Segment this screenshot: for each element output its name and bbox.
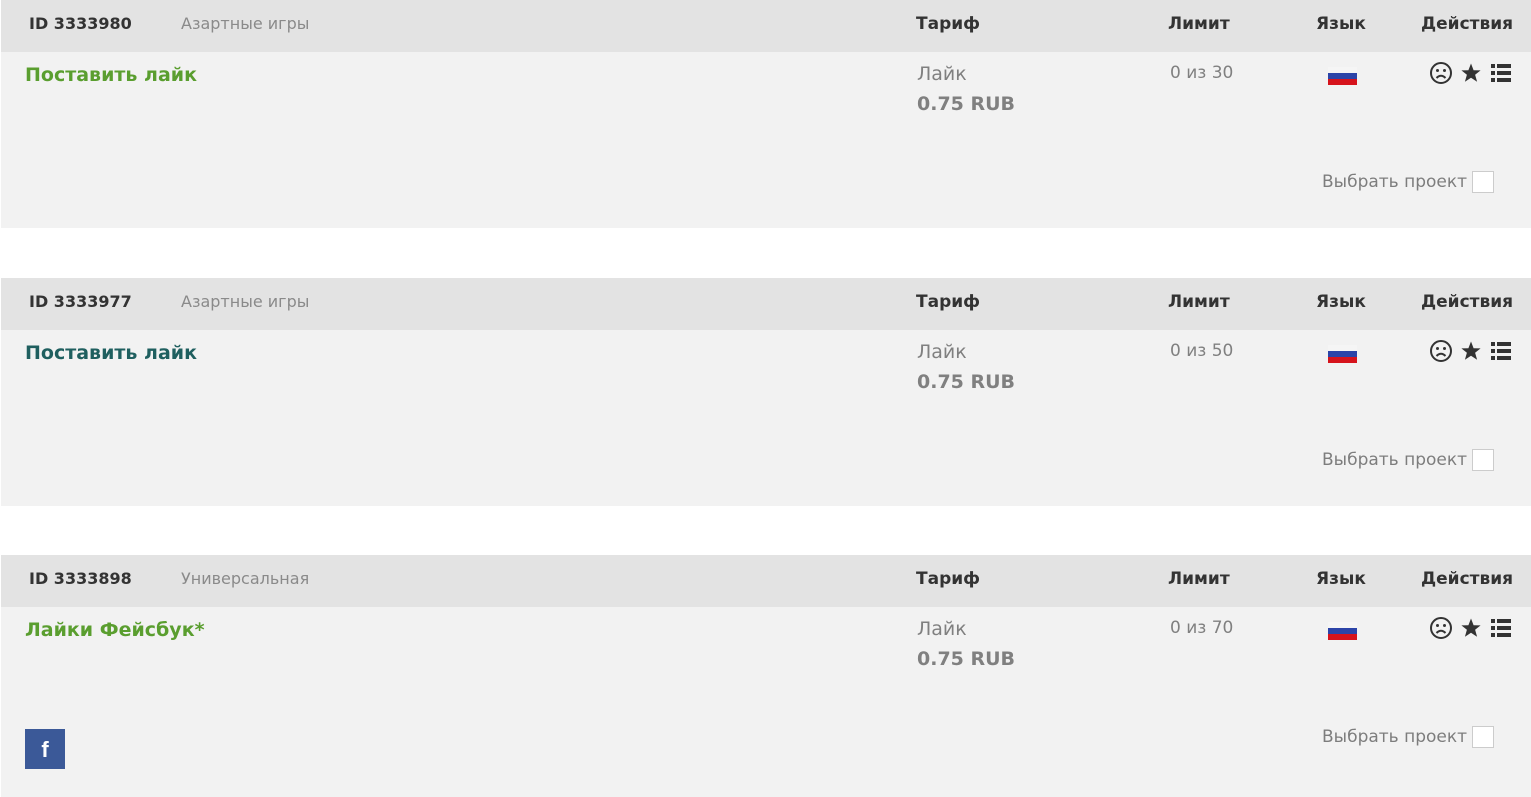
column-tariff: Тариф [916,292,981,312]
tariff-name: Лайк [917,618,967,640]
column-actions: Действия [1421,569,1514,589]
limit-value: 0 из 70 [1170,618,1234,638]
column-language: Язык [1316,14,1366,34]
column-actions: Действия [1421,292,1514,312]
limit-value: 0 из 30 [1170,63,1234,83]
project-category: Универсальная [181,569,310,588]
limit-value: 0 из 50 [1170,341,1234,361]
russia-flag-icon [1328,622,1357,640]
project-body: Поставить лайк Лайк 0.75 RUB 0 из 50 Выб… [1,330,1531,506]
select-project-label: Выбрать проект [1322,450,1468,470]
project-category: Азартные игры [181,292,310,311]
tariff-name: Лайк [917,63,967,85]
russia-flag-icon [1328,67,1357,85]
project-header: ID 3333980 Азартные игры Тариф Лимит Язы… [1,0,1531,52]
column-limit: Лимит [1168,292,1230,312]
column-language: Язык [1316,292,1366,312]
project-title-link[interactable]: Лайки Фейсбук* [25,619,205,641]
star-icon[interactable] [1459,339,1483,363]
project-card: ID 3333898 Универсальная Тариф Лимит Язы… [1,555,1531,797]
project-title-link[interactable]: Поставить лайк [25,64,197,86]
column-limit: Лимит [1168,569,1230,589]
list-icon[interactable] [1489,339,1513,363]
select-project: Выбрать проект [1322,726,1495,748]
project-card: ID 3333980 Азартные игры Тариф Лимит Язы… [1,0,1531,228]
select-project: Выбрать проект [1322,449,1495,471]
project-body: Лайки Фейсбук* Лайк 0.75 RUB 0 из 70 f В… [1,607,1531,797]
column-language: Язык [1316,569,1366,589]
select-project-label: Выбрать проект [1322,727,1468,747]
select-project-checkbox[interactable] [1472,171,1495,193]
star-icon[interactable] [1459,61,1483,85]
actions-group [1429,616,1519,640]
tariff-price: 0.75 RUB [917,93,1016,115]
actions-group [1429,61,1519,85]
sad-face-icon[interactable] [1429,61,1453,85]
select-project-checkbox[interactable] [1472,726,1495,748]
project-body: Поставить лайк Лайк 0.75 RUB 0 из 30 Выб… [1,52,1531,228]
project-title-link[interactable]: Поставить лайк [25,342,197,364]
select-project-label: Выбрать проект [1322,172,1468,192]
list-icon[interactable] [1489,616,1513,640]
actions-group [1429,339,1519,363]
column-limit: Лимит [1168,14,1230,34]
project-header: ID 3333977 Азартные игры Тариф Лимит Язы… [1,278,1531,330]
project-id: ID 3333977 [29,292,132,311]
tariff-name: Лайк [917,341,967,363]
project-id: ID 3333898 [29,569,132,588]
project-id: ID 3333980 [29,14,132,33]
sad-face-icon[interactable] [1429,616,1453,640]
facebook-icon[interactable]: f [25,729,65,769]
select-project: Выбрать проект [1322,171,1495,193]
project-category: Азартные игры [181,14,310,33]
column-tariff: Тариф [916,14,981,34]
column-tariff: Тариф [916,569,981,589]
tariff-price: 0.75 RUB [917,648,1016,670]
sad-face-icon[interactable] [1429,339,1453,363]
select-project-checkbox[interactable] [1472,449,1495,471]
project-header: ID 3333898 Универсальная Тариф Лимит Язы… [1,555,1531,607]
tariff-price: 0.75 RUB [917,371,1016,393]
list-icon[interactable] [1489,61,1513,85]
star-icon[interactable] [1459,616,1483,640]
column-actions: Действия [1421,14,1514,34]
project-card: ID 3333977 Азартные игры Тариф Лимит Язы… [1,278,1531,506]
russia-flag-icon [1328,345,1357,363]
